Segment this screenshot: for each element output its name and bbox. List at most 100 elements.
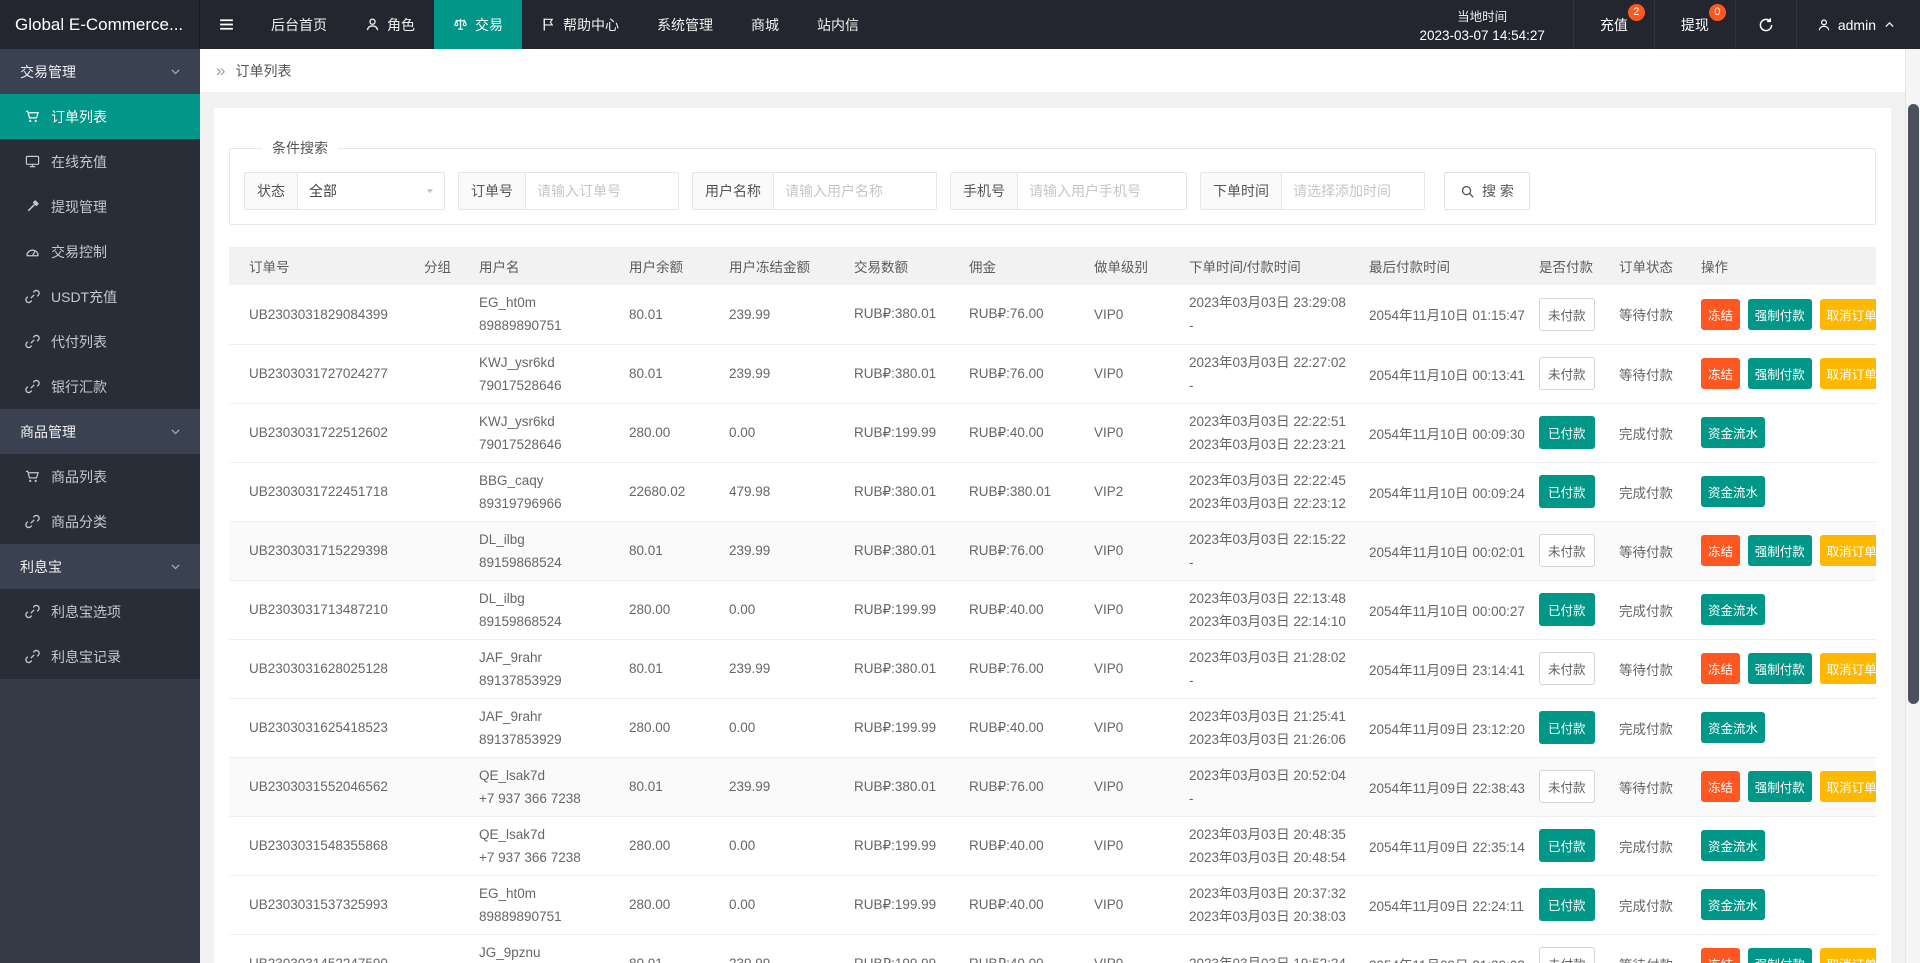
- force-pay-button[interactable]: 强制付款: [1748, 653, 1812, 684]
- actions-cell: 冻结 强制付款 取消订单: [1691, 285, 1876, 344]
- sidebar-group-header[interactable]: 利息宝: [0, 544, 200, 589]
- order-time: 2023年03月03日 22:13:48: [1189, 587, 1349, 610]
- search-button[interactable]: 搜 索: [1444, 172, 1530, 210]
- sidebar-item[interactable]: 商品分类: [0, 499, 200, 544]
- top-navbar: Global E-Commerce... 后台首页 角色 交易 帮助中心 系统管…: [0, 0, 1920, 49]
- sidebar: 交易管理 订单列表 在线充值 提现管理 交易控制 USDT充值 代付列表 银行汇…: [0, 49, 200, 963]
- paid-cell: 未付款: [1529, 934, 1609, 963]
- commission-cell: RUB₽:76.00: [959, 639, 1084, 698]
- cancel-order-button[interactable]: 取消订单: [1820, 771, 1876, 802]
- freeze-button[interactable]: 冻结: [1701, 299, 1740, 330]
- search-icon: [1460, 184, 1475, 199]
- cancel-order-button[interactable]: 取消订单: [1820, 535, 1876, 566]
- cancel-order-button[interactable]: 取消订单: [1820, 653, 1876, 684]
- fund-flow-button[interactable]: 资金流水: [1701, 712, 1765, 743]
- nav-item-3[interactable]: 交易: [434, 0, 522, 49]
- search-field-group: 手机号: [950, 172, 1187, 210]
- fund-flow-button[interactable]: 资金流水: [1701, 476, 1765, 507]
- search-field-label: 下单时间: [1201, 173, 1282, 209]
- sidebar-item[interactable]: 在线充值: [0, 139, 200, 184]
- nav-item-1[interactable]: 后台首页: [252, 0, 346, 49]
- search-field-label: 订单号: [459, 173, 526, 209]
- nav-chip[interactable]: 提现 0: [1654, 0, 1735, 49]
- sidebar-group-header[interactable]: 交易管理: [0, 49, 200, 94]
- force-pay-button[interactable]: 强制付款: [1748, 299, 1812, 330]
- search-field-input[interactable]: [1282, 173, 1424, 209]
- nav-item-4[interactable]: 帮助中心: [522, 0, 638, 49]
- user-icon: [1817, 18, 1831, 32]
- order-time-cell: 2023年03月03日 23:29:08 -: [1179, 285, 1359, 344]
- nav-item-6[interactable]: 商城: [732, 0, 798, 49]
- freeze-button[interactable]: 冻结: [1701, 358, 1740, 389]
- nav-item-7[interactable]: 站内信: [798, 0, 878, 49]
- frozen-cell: 239.99: [719, 285, 844, 344]
- status-select[interactable]: 全部: [298, 173, 444, 209]
- user-name: BBG_caqy: [479, 469, 609, 492]
- sidebar-item[interactable]: 利息宝选项: [0, 589, 200, 634]
- commission-cell: RUB₽:40.00: [959, 698, 1084, 757]
- search-panel-legend: 条件搜索: [262, 138, 338, 158]
- column-header: 是否付款: [1529, 247, 1609, 285]
- fund-flow-button[interactable]: 资金流水: [1701, 594, 1765, 625]
- force-pay-button[interactable]: 强制付款: [1748, 535, 1812, 566]
- link-icon: [25, 289, 40, 304]
- paid-cell: 已付款: [1529, 875, 1609, 934]
- cancel-order-button[interactable]: 取消订单: [1820, 358, 1876, 389]
- amount-cell: RUB₽:199.99: [844, 403, 959, 462]
- user-phone: 89319796966: [479, 492, 609, 515]
- user-name: DL_ilbg: [479, 528, 609, 551]
- level-cell: VIP0: [1084, 934, 1179, 963]
- sidebar-item[interactable]: 交易控制: [0, 229, 200, 274]
- scrollbar-thumb[interactable]: [1908, 104, 1919, 704]
- nav-chip[interactable]: 充值 2: [1573, 0, 1654, 49]
- chevron-up-icon: [1883, 18, 1896, 31]
- freeze-button[interactable]: 冻结: [1701, 653, 1740, 684]
- search-field-input[interactable]: [526, 173, 678, 209]
- sidebar-item[interactable]: 利息宝记录: [0, 634, 200, 679]
- sidebar-item[interactable]: 银行汇款: [0, 364, 200, 409]
- last-pay-time-cell: 2054年11月09日 22:24:11: [1359, 875, 1529, 934]
- sidebar-item[interactable]: USDT充值: [0, 274, 200, 319]
- user-name: EG_ht0m: [479, 291, 609, 314]
- user-name-label: admin: [1838, 17, 1876, 33]
- last-pay-time-cell: 2054年11月09日 22:38:43: [1359, 757, 1529, 816]
- user-name: JAF_9rahr: [479, 646, 609, 669]
- freeze-button[interactable]: 冻结: [1701, 771, 1740, 802]
- refresh-button[interactable]: [1735, 0, 1796, 49]
- force-pay-button[interactable]: 强制付款: [1748, 771, 1812, 802]
- sidebar-toggle[interactable]: [200, 0, 252, 49]
- actions-cell: 冻结 强制付款 取消订单: [1691, 757, 1876, 816]
- sidebar-item[interactable]: 提现管理: [0, 184, 200, 229]
- amount-cell: RUB₽:199.99: [844, 580, 959, 639]
- fund-flow-button[interactable]: 资金流水: [1701, 889, 1765, 920]
- fund-flow-button[interactable]: 资金流水: [1701, 830, 1765, 861]
- frozen-cell: 0.00: [719, 698, 844, 757]
- last-pay-time-cell: 2054年11月10日 00:09:30: [1359, 403, 1529, 462]
- fund-flow-button[interactable]: 资金流水: [1701, 417, 1765, 448]
- search-field-input[interactable]: [1018, 173, 1186, 209]
- sidebar-item[interactable]: 代付列表: [0, 319, 200, 364]
- paid-cell: 已付款: [1529, 816, 1609, 875]
- frozen-cell: 0.00: [719, 816, 844, 875]
- paid-cell: 已付款: [1529, 698, 1609, 757]
- cancel-order-button[interactable]: 取消订单: [1820, 299, 1876, 330]
- nav-item-5[interactable]: 系统管理: [638, 0, 732, 49]
- table-row: UB2303031722451718 BBG_caqy 89319796966 …: [229, 462, 1876, 521]
- freeze-button[interactable]: 冻结: [1701, 535, 1740, 566]
- order-time-cell: 2023年03月03日 20:52:04 -: [1179, 757, 1359, 816]
- table-header-row: 订单号分组用户名用户余额用户冻结金额交易数额佣金做单级别下单时间/付款时间最后付…: [229, 247, 1876, 285]
- sidebar-item[interactable]: 订单列表: [0, 94, 200, 139]
- order-time: 2023年03月03日 22:15:22: [1189, 528, 1349, 551]
- sidebar-group-header[interactable]: 商品管理: [0, 409, 200, 454]
- status-cell: 完成付款: [1609, 462, 1691, 521]
- sidebar-item[interactable]: 商品列表: [0, 454, 200, 499]
- nav-item-2[interactable]: 角色: [346, 0, 434, 49]
- user-menu[interactable]: admin: [1796, 0, 1920, 49]
- force-pay-button[interactable]: 强制付款: [1748, 358, 1812, 389]
- cancel-order-button[interactable]: 取消订单: [1820, 948, 1876, 963]
- freeze-button[interactable]: 冻结: [1701, 948, 1740, 963]
- user-cell: KWJ_ysr6kd 79017528646: [469, 344, 619, 403]
- force-pay-button[interactable]: 强制付款: [1748, 948, 1812, 963]
- status-cell: 完成付款: [1609, 698, 1691, 757]
- search-field-input[interactable]: [774, 173, 936, 209]
